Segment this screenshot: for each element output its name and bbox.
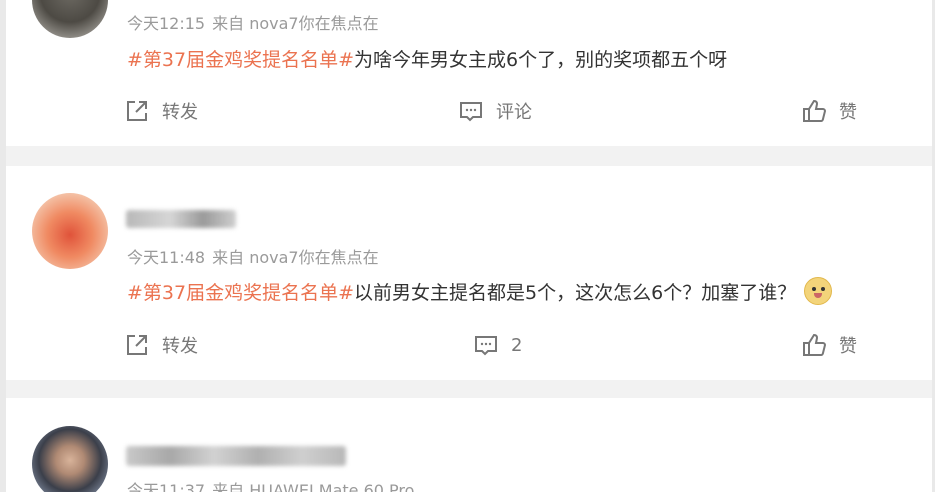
avatar[interactable]	[32, 193, 108, 269]
repost-icon	[124, 98, 150, 124]
repost-button[interactable]: 转发	[124, 98, 198, 124]
comment-label: 评论	[496, 102, 532, 123]
like-button[interactable]: 赞	[801, 98, 857, 124]
like-label: 赞	[839, 102, 857, 123]
thumbs-up-icon	[801, 332, 827, 358]
repost-label: 转发	[162, 102, 198, 123]
thumbs-up-icon	[801, 98, 827, 124]
avatar[interactable]	[32, 426, 108, 492]
post-2: 今天11:48 来自 nova7你在焦点在 #第37届金鸡奖提名名单#以前男女主提…	[6, 166, 932, 380]
comment-icon	[473, 332, 499, 358]
post-3: 今天11:37 来自 HUAWEI Mate 60 Pro	[6, 398, 932, 492]
repost-button[interactable]: 转发	[124, 332, 198, 358]
post-meta: 今天11:48 来自 nova7你在焦点在	[127, 244, 386, 268]
post-content: #第37届金鸡奖提名名单#以前男女主提名都是5个，这次怎么6个？加塞了谁？	[127, 277, 833, 305]
post-separator	[6, 146, 932, 166]
username[interactable]	[126, 446, 346, 466]
post-text: 为啥今年男女主成6个了，别的奖项都五个呀	[354, 49, 728, 71]
comment-icon	[458, 98, 484, 124]
comment-button[interactable]: 2	[473, 332, 522, 358]
hashtag-link[interactable]: #第37届金鸡奖提名名单#	[127, 49, 354, 71]
post-source: 来自 HUAWEI Mate 60 Pro	[212, 481, 415, 492]
post-source: 来自 nova7你在焦点在	[212, 248, 379, 267]
post-text: 以前男女主提名都是5个，这次怎么6个？加塞了谁？	[354, 282, 797, 304]
post-actions: 转发 评论 赞	[6, 98, 932, 128]
repost-label: 转发	[162, 336, 198, 357]
comment-count: 2	[511, 334, 523, 356]
post-actions: 转发 2 赞	[6, 332, 932, 362]
post-meta: 今天11:37 来自 HUAWEI Mate 60 Pro	[127, 477, 421, 492]
post-time[interactable]: 今天11:48	[127, 248, 205, 267]
post-time[interactable]: 今天12:15	[127, 14, 205, 33]
post-separator	[6, 380, 932, 398]
doge-emoji-icon	[804, 277, 833, 305]
post-content: #第37届金鸡奖提名名单#为啥今年男女主成6个了，别的奖项都五个呀	[127, 45, 727, 72]
hashtag-link[interactable]: #第37届金鸡奖提名名单#	[127, 282, 354, 304]
comment-button[interactable]: 评论	[458, 98, 532, 124]
repost-icon	[124, 332, 150, 358]
like-label: 赞	[839, 336, 857, 357]
post-time[interactable]: 今天11:37	[127, 481, 205, 492]
post-meta: 今天12:15 来自 nova7你在焦点在	[127, 10, 386, 34]
like-button[interactable]: 赞	[801, 332, 857, 358]
avatar[interactable]	[32, 0, 108, 38]
post-source: 来自 nova7你在焦点在	[212, 14, 379, 33]
username[interactable]	[126, 210, 236, 228]
post-1: 今天12:15 来自 nova7你在焦点在 #第37届金鸡奖提名名单#为啥今年男女…	[6, 0, 932, 146]
